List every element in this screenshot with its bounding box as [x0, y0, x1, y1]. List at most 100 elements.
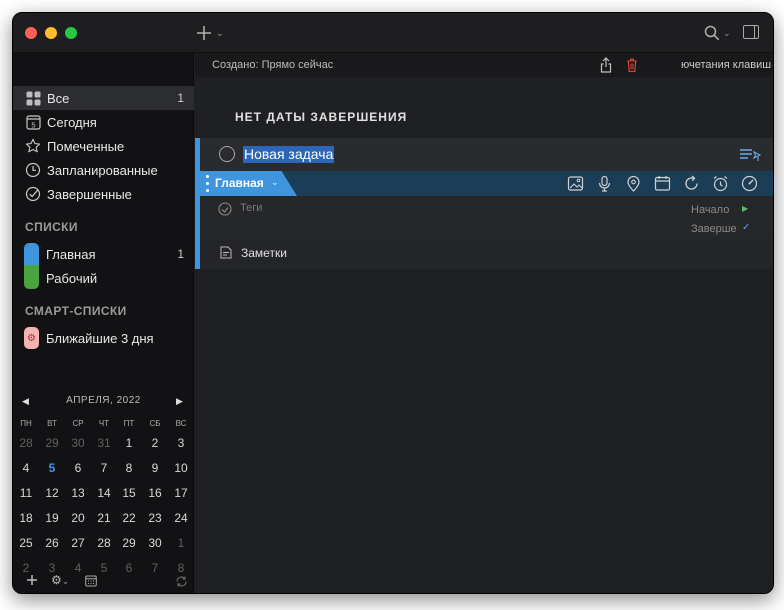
list-selector-label: Главная	[215, 176, 264, 190]
calendar-day[interactable]: 6	[66, 461, 90, 475]
calendar-day[interactable]: 28	[92, 536, 116, 550]
calendar-day[interactable]: 30	[66, 436, 90, 450]
trash-icon[interactable]	[626, 57, 638, 73]
list-color-swatch	[24, 243, 39, 267]
calendar-day[interactable]: 8	[117, 461, 141, 475]
calendar-weekday: СР	[72, 419, 84, 428]
calendar-day[interactable]: 25	[14, 536, 38, 550]
titlebar: ⌄ ⌄	[13, 13, 773, 53]
alarm-icon[interactable]	[712, 175, 729, 192]
sidebar-item-completed[interactable]: Завершенные	[13, 182, 194, 206]
image-icon[interactable]	[567, 175, 584, 192]
calendar-weekday: ВТ	[47, 419, 57, 428]
sidebar-item-smart-next-3-days[interactable]: ⚙ Ближайшие 3 дня	[13, 326, 194, 350]
calendar-day[interactable]: 31	[92, 436, 116, 450]
calendar-toggle-button[interactable]	[85, 574, 97, 590]
zoom-window-button[interactable]	[65, 27, 77, 39]
calendar-icon[interactable]	[654, 175, 671, 192]
calendar-weekday: ВС	[175, 419, 187, 428]
calendar-day[interactable]: 5	[40, 461, 64, 475]
search-button[interactable]: ⌄	[703, 22, 737, 44]
tags-input[interactable]: Теги	[240, 202, 262, 214]
calendar-day[interactable]: 13	[66, 486, 90, 500]
task-complete-checkbox[interactable]	[219, 146, 235, 162]
toggle-inspector-icon[interactable]	[743, 25, 759, 39]
calendar-day[interactable]: 20	[66, 511, 90, 525]
calendar-day[interactable]: 2	[143, 436, 167, 450]
location-pin-icon[interactable]	[625, 175, 642, 192]
share-icon[interactable]	[600, 57, 612, 73]
next-month-icon[interactable]: ▶	[176, 396, 183, 407]
sidebar: Все 1 5 Сегодня Помеченные Запланированн…	[13, 53, 194, 593]
calendar-day[interactable]: 27	[66, 536, 90, 550]
calendar-day[interactable]: 26	[40, 536, 64, 550]
calendar-day[interactable]: 11	[14, 486, 38, 500]
checkmark-icon: ✓	[742, 222, 751, 233]
calendar-day[interactable]: 18	[14, 511, 38, 525]
sidebar-item-label: Сегодня	[47, 114, 97, 130]
calendar-day[interactable]: 22	[117, 511, 141, 525]
notes-field[interactable]: Заметки	[241, 246, 287, 260]
calendar-day[interactable]: 4	[14, 461, 38, 475]
calendar-day[interactable]: 17	[169, 486, 193, 500]
calendar-day[interactable]: 28	[14, 436, 38, 450]
calendar-day[interactable]: 7	[92, 461, 116, 475]
smart-lists-section-header: СМАРТ-СПИСКИ	[25, 304, 127, 318]
calendar-weekday: ЧТ	[98, 419, 110, 428]
play-icon: ▶	[742, 204, 749, 213]
close-window-button[interactable]	[25, 27, 37, 39]
calendar-day[interactable]: 30	[143, 536, 167, 550]
task-detail-pane: Создано: Прямо сейчас ючетания клавиш НЕ…	[195, 53, 773, 593]
calendar-day[interactable]: 10	[169, 461, 193, 475]
add-task-button[interactable]: ⌄	[195, 22, 229, 44]
sidebar-item-label: Главная	[46, 246, 96, 262]
lists-section-header: СПИСКИ	[25, 220, 78, 234]
start-date-label[interactable]: Начало	[691, 204, 729, 216]
list-selector[interactable]: Главная ⌄	[200, 171, 297, 196]
task-title-row: Новая задача	[200, 138, 773, 171]
calendar-day[interactable]: 3	[169, 436, 193, 450]
sidebar-item-label: Завершенные	[47, 186, 132, 202]
task-title-field[interactable]: Новая задача	[243, 146, 335, 163]
calendar-day[interactable]: 12	[40, 486, 64, 500]
check-circle-icon	[24, 185, 42, 203]
calendar-day[interactable]: 29	[40, 436, 64, 450]
notes-row[interactable]: Заметки	[200, 238, 773, 269]
task-toolbar: Главная ⌄	[200, 171, 773, 196]
calendar-day[interactable]: 1	[169, 536, 193, 550]
sidebar-item-today[interactable]: 5 Сегодня	[13, 110, 194, 134]
calendar-day[interactable]: 24	[169, 511, 193, 525]
calendar-day[interactable]: 16	[143, 486, 167, 500]
section-heading: НЕТ ДАТЫ ЗАВЕРШЕНИЯ	[235, 110, 408, 124]
calendar-day[interactable]: 23	[143, 511, 167, 525]
calendar-day[interactable]: 15	[117, 486, 141, 500]
sidebar-item-list-work[interactable]: Рабочий	[13, 265, 194, 290]
gauge-icon[interactable]	[741, 175, 758, 192]
calendar-day[interactable]: 21	[92, 511, 116, 525]
item-count: 1	[177, 91, 184, 105]
calendar-day[interactable]: 29	[117, 536, 141, 550]
calendar-day[interactable]: 1	[117, 436, 141, 450]
chevron-down-icon: ⌄	[271, 177, 279, 187]
app-window: ⌄ ⌄ Все 1 5 Сегодня Помеченные Запланиро…	[12, 12, 774, 594]
sidebar-item-flagged[interactable]: Помеченные	[13, 134, 194, 158]
sidebar-item-list-main[interactable]: Главная 1	[13, 242, 194, 267]
sidebar-item-scheduled[interactable]: Запланированные	[13, 158, 194, 182]
plus-icon	[27, 575, 37, 585]
calendar-day[interactable]: 9	[143, 461, 167, 475]
due-date-label[interactable]: Завершение	[691, 223, 737, 235]
sidebar-item-all[interactable]: Все 1	[13, 86, 194, 110]
microphone-icon[interactable]	[596, 175, 613, 192]
add-list-button[interactable]	[26, 573, 38, 589]
list-priority-icon[interactable]	[740, 148, 762, 162]
calendar-day[interactable]: 14	[92, 486, 116, 500]
calendar-day[interactable]: 19	[40, 511, 64, 525]
minimize-window-button[interactable]	[45, 27, 57, 39]
task-info-bar: Создано: Прямо сейчас ючетания клавиш	[195, 53, 773, 77]
chevron-down-icon: ⌄	[723, 27, 731, 38]
settings-button[interactable]: ⚙⌄	[51, 573, 69, 587]
sidebar-item-label: Рабочий	[46, 270, 98, 286]
sync-button[interactable]	[175, 575, 188, 591]
repeat-icon[interactable]	[683, 175, 700, 192]
drag-handle-icon[interactable]	[206, 175, 209, 192]
